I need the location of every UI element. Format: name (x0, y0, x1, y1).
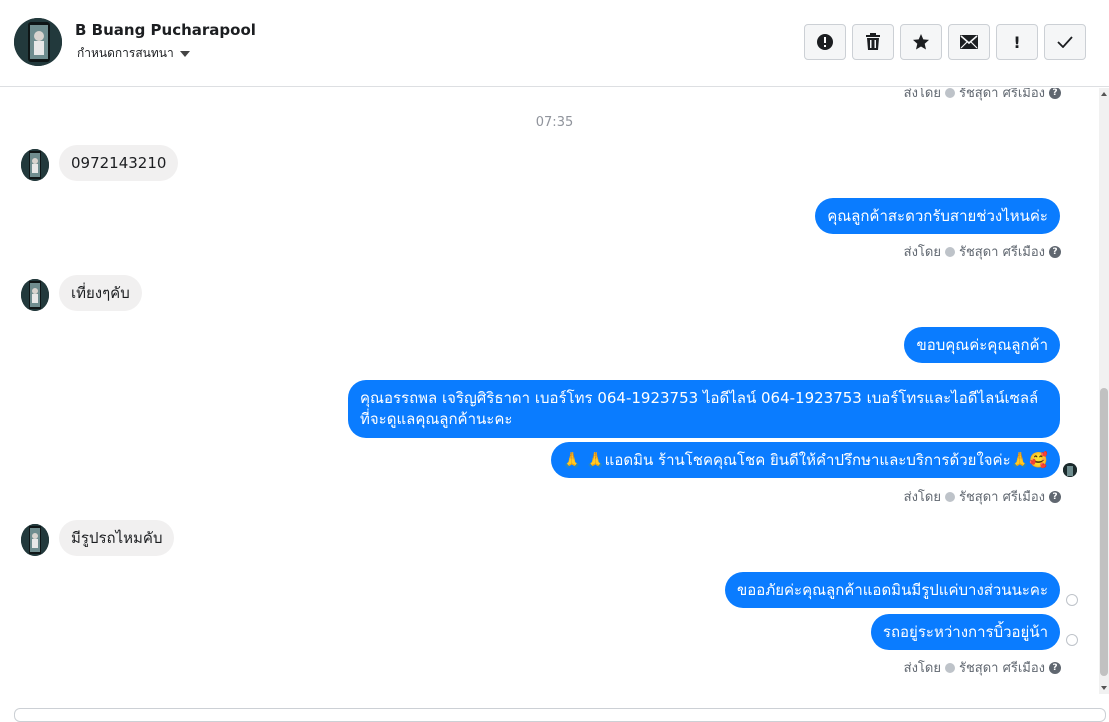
assign-conversation-label: กำหนดการสนทนา (77, 46, 174, 60)
conversation-header: B Buang Pucharapool กำหนดการสนทนา ! (0, 0, 1109, 87)
message-timestamp: 07:35 (535, 115, 574, 130)
scroll-up-icon[interactable] (1101, 92, 1107, 96)
outgoing-message[interactable]: คุณลูกค้าสะดวกรับสายช่วงไหนค่ะ (815, 198, 1060, 234)
star-button[interactable] (900, 24, 942, 60)
sent-by-line: ส่งโดย รัชสุดา ศรีเมือง ? (904, 486, 1061, 507)
mark-unread-button[interactable] (948, 24, 990, 60)
verified-icon (944, 662, 955, 673)
done-button[interactable] (1044, 24, 1086, 60)
message-thread[interactable]: ส่งโดย รัชสุดา ศรีเมือง ? 07:35 09721432… (0, 88, 1099, 708)
seen-avatar (1063, 463, 1077, 477)
envelope-icon (960, 35, 978, 49)
spam-button[interactable] (804, 24, 846, 60)
delete-button[interactable] (852, 24, 894, 60)
sent-by-line: ส่งโดย รัชสุดา ศรีเมือง ? (904, 657, 1061, 678)
contact-name[interactable]: B Buang Pucharapool (75, 21, 256, 39)
star-icon (913, 34, 929, 50)
incoming-message[interactable]: 0972143210 (59, 145, 179, 181)
assign-conversation-dropdown[interactable]: กำหนดการสนทนา (77, 44, 190, 63)
sender-avatar[interactable] (21, 149, 49, 181)
outgoing-message[interactable]: 🙏 🙏แอดมิน ร้านโชคคุณโชค ยินดีให้คำปรึกษา… (550, 442, 1060, 478)
sent-by-line: ส่งโดย รัชสุดา ศรีเมือง ? (904, 241, 1061, 262)
help-icon[interactable]: ? (1049, 88, 1061, 99)
outgoing-message[interactable]: รถอยู่ระหว่างการบิ้วอยู่น้า (870, 614, 1060, 650)
message-composer[interactable] (14, 708, 1106, 722)
help-icon[interactable]: ? (1049, 661, 1061, 674)
check-icon (1057, 36, 1073, 48)
scroll-down-icon[interactable] (1101, 686, 1107, 690)
outgoing-message[interactable]: คุณอรรถพล เจริญศิริธาดา เบอร์โทร 064-192… (348, 380, 1060, 438)
delivered-check-icon (1066, 634, 1078, 646)
scrollbar[interactable] (1099, 88, 1109, 694)
alert-icon (817, 34, 833, 50)
scroll-thumb[interactable] (1100, 388, 1108, 676)
help-icon[interactable]: ? (1049, 490, 1061, 503)
outgoing-message[interactable]: ขออภัยค่ะคุณลูกค้าแอดมินมีรูปแค่บางส่วนน… (725, 572, 1060, 608)
chevron-down-icon (179, 51, 190, 57)
outgoing-message[interactable]: ขอบคุณค่ะคุณลูกค้า (904, 327, 1060, 363)
verified-icon (944, 88, 955, 98)
sender-avatar[interactable] (21, 524, 49, 556)
incoming-message[interactable]: มีรูปรถไหมคับ (59, 520, 175, 556)
follow-up-button[interactable]: ! (996, 24, 1038, 60)
delivered-check-icon (1066, 594, 1078, 606)
conversation-toolbar: ! (804, 24, 1086, 60)
contact-avatar[interactable] (14, 18, 62, 66)
verified-icon (944, 491, 955, 502)
help-icon[interactable]: ? (1049, 245, 1061, 258)
sender-avatar[interactable] (21, 279, 49, 311)
incoming-message[interactable]: เที่ยงๆคับ (59, 275, 142, 311)
sent-by-line: ส่งโดย รัชสุดา ศรีเมือง ? (904, 88, 1061, 103)
trash-icon (866, 33, 880, 50)
verified-icon (944, 246, 955, 257)
exclamation-icon: ! (1013, 32, 1021, 52)
